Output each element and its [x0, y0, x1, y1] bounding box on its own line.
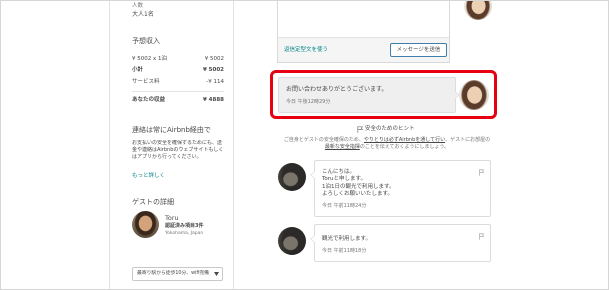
- message-line: Toruと申します。: [322, 176, 366, 183]
- template-select-value: 最寄り駅から徒歩10分、wifi完備: [137, 271, 209, 276]
- message-line: 1泊1日の観光で利用します。: [322, 183, 395, 190]
- template-select[interactable]: 最寄り駅から徒歩10分、wifi完備: [132, 267, 223, 281]
- compose-box: 返信定型文を使う メッセージを送信: [277, 1, 450, 63]
- guest-avatar[interactable]: [278, 227, 306, 255]
- inbox-page: 人数 大人1名 予想収入 ¥ 5002 x 1泊 ¥ 5002 小計 ¥ 500…: [0, 0, 609, 290]
- total-value: ¥ 4888: [202, 97, 224, 103]
- message-line: よろしくお願いいたします。: [322, 190, 393, 197]
- expected-earnings-heading: 予想収入: [132, 37, 160, 45]
- guests-value: 大人1名: [132, 11, 154, 18]
- total-label: あなたの収益: [132, 97, 166, 103]
- safety-text: ご自身とゲストの安全確保のため、: [283, 137, 364, 143]
- earnings-divider: [132, 91, 224, 92]
- guest-location: Yokohama, Japan: [165, 231, 204, 236]
- reservation-sidebar: 人数 大人1名 予想収入 ¥ 5002 x 1泊 ¥ 5002 小計 ¥ 500…: [132, 1, 224, 289]
- flag-icon[interactable]: [479, 233, 484, 240]
- safety-tips-line: ご自身とゲストの安全確保のため、やりとりは必ずAirbnbを通して行い、ゲストに…: [280, 137, 494, 144]
- safety-tips-line: 最新な安全指揮のことを伝えておくようにしましょう。: [280, 144, 494, 151]
- host-message-text: お問い合わせありがとうございます。: [286, 86, 388, 93]
- contact-body: お支払いの安全を確保するためにも、送金や連絡はAirbnbのウェブサイトもしくは…: [132, 140, 224, 160]
- templates-link[interactable]: 返信定型文を使う: [284, 47, 328, 54]
- price-row-service-fee: サービス料 -¥ 114: [132, 79, 224, 86]
- sidebar-left-border: [109, 1, 110, 289]
- message-time: 今日 午前11時24分: [322, 203, 367, 209]
- price-label: サービス料: [132, 79, 160, 85]
- host-avatar[interactable]: [459, 80, 489, 110]
- guest-message-bubble: 観光で利用します。 今日 午前11時18分: [310, 224, 491, 262]
- contact-heading: 連絡は常にAirbnb経由で: [132, 126, 211, 134]
- safety-link[interactable]: やりとりは必ずAirbnbを通して行い: [364, 137, 445, 143]
- learn-more-link[interactable]: もっと詳しく: [132, 173, 165, 180]
- guest-avatar[interactable]: [132, 211, 159, 238]
- guest-name[interactable]: Toru: [165, 214, 179, 222]
- host-avatar[interactable]: [464, 1, 492, 20]
- price-value: ¥ 5002: [202, 67, 224, 73]
- message-line: 観光で利用します。: [322, 236, 371, 242]
- safety-tips-text: ご自身とゲストの安全確保のため、やりとりは必ずAirbnbを通して行い、ゲストに…: [280, 137, 494, 151]
- price-label: ¥ 5002 x 1泊: [132, 56, 167, 62]
- guest-verified: 認証済み項目3件: [165, 223, 204, 229]
- guest-avatar[interactable]: [278, 163, 306, 191]
- guest-details-heading: ゲストの詳細: [132, 198, 174, 206]
- guests-label: 人数: [132, 3, 144, 9]
- safety-text: 、ゲストにお部屋の: [445, 137, 491, 143]
- price-value: ¥ 5002: [204, 56, 224, 62]
- compose-footer: 返信定型文を使う メッセージを送信: [278, 37, 449, 62]
- flag-icon[interactable]: [479, 169, 484, 176]
- safety-text: のことを伝えておくようにしましょう。: [359, 144, 450, 150]
- host-message-bubble: お問い合わせありがとうございます。 今日 午後12時29分: [278, 77, 460, 113]
- send-message-button[interactable]: メッセージを送信: [390, 43, 447, 57]
- safety-guidelines-link[interactable]: 最新な安全指揮: [325, 144, 360, 150]
- guest-message-bubble: こんにちは。 Toruと申します。 1泊1日の観光で利用します。 よろしくお願い…: [310, 160, 491, 217]
- price-label: 小計: [132, 67, 144, 73]
- host-message-time: 今日 午後12時29分: [286, 99, 331, 105]
- price-row-nightly: ¥ 5002 x 1泊 ¥ 5002: [132, 56, 224, 63]
- sidebar-right-border: [233, 1, 234, 289]
- message-textarea[interactable]: [278, 1, 449, 37]
- flag-icon: [357, 126, 363, 133]
- safety-tips-title: 安全のためのヒント: [365, 126, 415, 132]
- price-row-total: あなたの収益 ¥ 4888: [132, 97, 224, 104]
- price-row-subtotal: 小計 ¥ 5002: [132, 67, 224, 74]
- chevron-down-icon: [214, 272, 219, 276]
- price-value: -¥ 114: [206, 79, 224, 85]
- message-time: 今日 午前11時18分: [322, 248, 367, 254]
